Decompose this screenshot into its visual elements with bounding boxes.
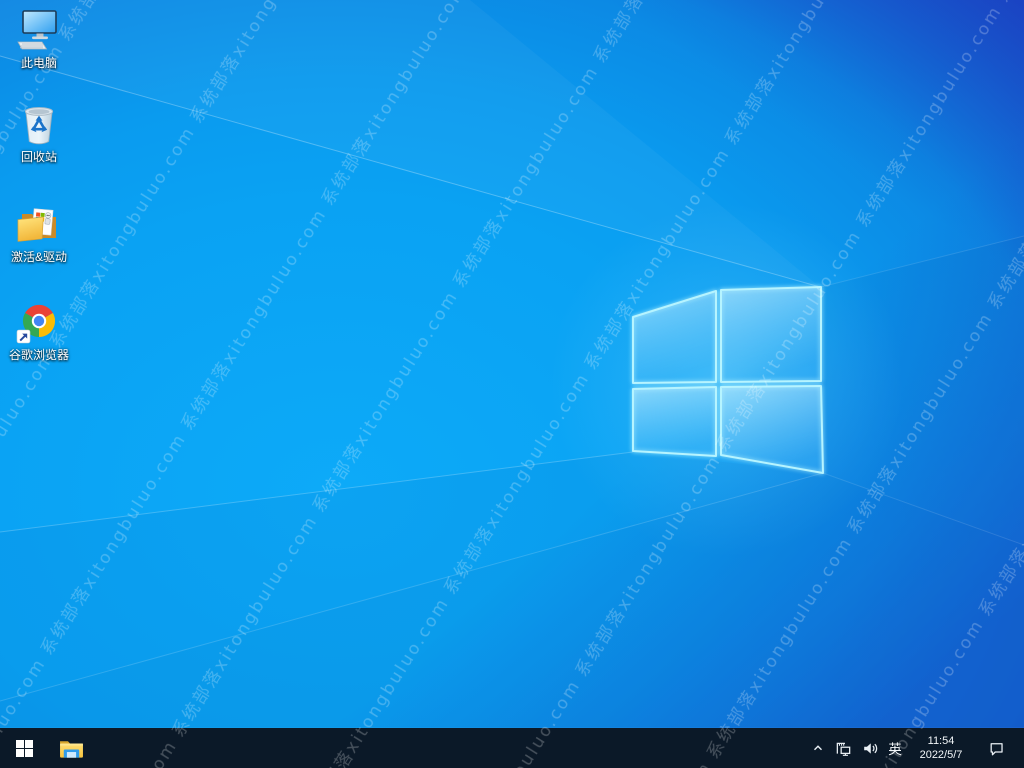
clock[interactable]: 11:54 2022/5/7	[908, 728, 974, 768]
tray-chevron-button[interactable]	[806, 728, 830, 768]
speaker-icon	[863, 742, 877, 754]
recycle-bin-icon	[24, 107, 54, 145]
desktop-icon-label: 回收站	[20, 150, 57, 164]
desktop-icon-label: 此电脑	[20, 56, 57, 70]
shortcut-arrow-icon	[16, 329, 31, 344]
windows-flag-logo	[632, 286, 824, 474]
desktop-icon-label: 谷歌浏览器	[8, 348, 69, 362]
action-center-button[interactable]	[974, 728, 1018, 768]
desktop-icon-activation-driver[interactable]: 激活&驱动	[1, 202, 77, 265]
wallpaper	[0, 0, 1024, 768]
desktop-icon-label: 激活&驱动	[10, 250, 67, 264]
chevron-up-icon	[814, 745, 822, 751]
chrome-icon	[16, 304, 56, 344]
clock-time: 11:54	[927, 734, 955, 747]
network-button[interactable]	[830, 728, 856, 768]
ethernet-icon	[836, 742, 850, 756]
desktop-icon-this-pc[interactable]: 此电脑	[1, 8, 77, 71]
computer-icon	[17, 10, 57, 50]
open-folder-icon	[17, 208, 56, 242]
file-explorer-button[interactable]	[48, 728, 94, 768]
desktop: 此电脑 回收站 激活&驱动 谷歌浏览器 英 11:54 2022/5/7	[0, 0, 1024, 768]
file-explorer-icon	[59, 740, 83, 758]
language-indicator[interactable]: 英	[882, 728, 908, 768]
clock-date: 2022/5/7	[919, 749, 963, 761]
taskbar: 英 11:54 2022/5/7	[0, 728, 1024, 768]
windows-logo-icon	[15, 739, 33, 757]
action-center-icon	[990, 742, 1003, 755]
system-tray: 英 11:54 2022/5/7	[806, 728, 1024, 768]
desktop-icon-recycle-bin[interactable]: 回收站	[1, 102, 77, 165]
volume-button[interactable]	[856, 728, 882, 768]
desktop-icon-chrome[interactable]: 谷歌浏览器	[1, 300, 77, 363]
start-button[interactable]	[0, 728, 48, 768]
